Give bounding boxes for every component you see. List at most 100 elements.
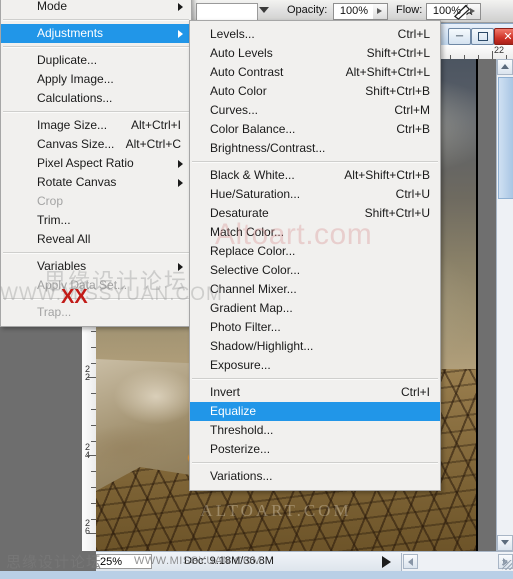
menu-item-auto-levels[interactable]: Auto Levels Shift+Ctrl+L (190, 44, 440, 63)
menu-item-label: Posterize... (210, 442, 271, 456)
scroll-down-button[interactable] (497, 535, 513, 551)
brush-preset-box[interactable] (196, 3, 258, 21)
image-menu[interactable]: Mode Adjustments Duplicate... Apply Imag… (0, 0, 192, 327)
menu-separator (3, 298, 189, 300)
menu-item-shortcut: Ctrl+L (397, 27, 430, 41)
menu-item-auto-color[interactable]: Auto Color Shift+Ctrl+B (190, 82, 440, 101)
menu-item-label: Channel Mixer... (210, 282, 297, 296)
menu-item-replace-color[interactable]: Replace Color... (190, 242, 440, 261)
menu-item-calculations[interactable]: Calculations... (1, 89, 191, 108)
v-ruler-number-24: 24 (84, 442, 90, 460)
menu-item-curves[interactable]: Curves... Ctrl+M (190, 101, 440, 120)
menu-item-apply-image[interactable]: Apply Image... (1, 70, 191, 89)
chevron-right-icon (178, 3, 183, 11)
opacity-stepper[interactable] (373, 3, 388, 20)
menu-item-label: Auto Color (210, 84, 267, 98)
menu-item-label: Canvas Size... (37, 137, 115, 151)
vertical-scrollbar[interactable] (496, 59, 513, 551)
menu-item-label: Photo Filter... (210, 320, 281, 334)
adjustments-submenu[interactable]: Levels... Ctrl+L Auto Levels Shift+Ctrl+… (189, 20, 441, 491)
menu-item-shortcut: Shift+Ctrl+B (365, 84, 430, 98)
menu-item-label: Auto Levels (210, 46, 273, 60)
chevron-right-icon (178, 179, 183, 187)
menu-separator (3, 252, 189, 254)
restore-icon (472, 29, 493, 44)
menu-item-exposure[interactable]: Exposure... (190, 356, 440, 375)
left-workspace-panel (0, 324, 82, 551)
chevron-right-icon (178, 160, 183, 168)
resize-grip[interactable] (502, 560, 512, 570)
zoom-level-input[interactable]: 25% (96, 554, 152, 569)
menu-item-variations[interactable]: Variations... (190, 467, 440, 486)
play-icon[interactable] (382, 556, 391, 568)
menu-item-mode[interactable]: Mode (1, 0, 191, 16)
menu-item-brightness-contrast[interactable]: Brightness/Contrast... (190, 139, 440, 158)
menu-item-pixel-aspect-ratio[interactable]: Pixel Aspect Ratio (1, 154, 191, 173)
menu-item-label: Crop (37, 194, 64, 208)
chevron-right-icon (178, 263, 183, 271)
menu-item-invert[interactable]: Invert Ctrl+I (190, 383, 440, 402)
menu-item-duplicate[interactable]: Duplicate... (1, 51, 191, 70)
restore-button[interactable] (471, 28, 494, 45)
menu-item-match-color[interactable]: Match Color... (190, 223, 440, 242)
flow-label: Flow: (396, 4, 423, 16)
menu-item-label: Invert (210, 385, 241, 399)
menu-item-variables[interactable]: Variables (1, 257, 191, 276)
menu-item-label: Hue/Saturation... (210, 187, 301, 201)
close-button[interactable]: ✕ (494, 28, 513, 45)
menu-item-threshold[interactable]: Threshold... (190, 421, 440, 440)
menu-item-selective-color[interactable]: Selective Color... (190, 261, 440, 280)
menu-item-label: Auto Contrast (210, 65, 284, 79)
menu-item-equalize[interactable]: Equalize (190, 402, 440, 421)
menu-item-label: Apply Data Set... (37, 278, 128, 292)
menu-item-label: Desaturate (210, 206, 269, 220)
menu-item-label: Variations... (210, 469, 273, 483)
minimize-icon: ─ (455, 31, 464, 42)
horizontal-scrollbar[interactable] (401, 553, 513, 571)
vertical-scroll-thumb[interactable] (498, 77, 513, 199)
menu-item-shortcut: Alt+Ctrl+I (130, 118, 181, 132)
menu-item-gradient-map[interactable]: Gradient Map... (190, 299, 440, 318)
menu-item-shortcut: Alt+Shift+Ctrl+B (344, 168, 430, 182)
menu-item-trap: Trap... (1, 303, 191, 322)
menu-item-shortcut: Shift+Ctrl+L (366, 46, 430, 60)
menu-item-label: Selective Color... (210, 263, 301, 277)
menu-item-label: Reveal All (37, 232, 91, 246)
menu-item-posterize[interactable]: Posterize... (190, 440, 440, 459)
menu-item-trim[interactable]: Trim... (1, 211, 191, 230)
menu-item-label: Apply Image... (37, 72, 114, 86)
menu-item-photo-filter[interactable]: Photo Filter... (190, 318, 440, 337)
menu-separator (3, 111, 189, 113)
menu-item-reveal-all[interactable]: Reveal All (1, 230, 191, 249)
menu-item-black-and-white[interactable]: Black & White... Alt+Shift+Ctrl+B (190, 166, 440, 185)
menu-item-apply-data-set: Apply Data Set... (1, 276, 191, 295)
menu-item-label: Gradient Map... (210, 301, 293, 315)
menu-item-label: Rotate Canvas (37, 175, 117, 189)
menu-item-canvas-size[interactable]: Canvas Size... Alt+Ctrl+C (1, 135, 191, 154)
menu-separator (3, 46, 189, 48)
menu-item-rotate-canvas[interactable]: Rotate Canvas (1, 173, 191, 192)
menu-item-shortcut: Alt+Shift+Ctrl+L (345, 65, 430, 79)
menu-item-shadow-highlight[interactable]: Shadow/Highlight... (190, 337, 440, 356)
menu-item-desaturate[interactable]: Desaturate Shift+Ctrl+U (190, 204, 440, 223)
menu-item-auto-contrast[interactable]: Auto Contrast Alt+Shift+Ctrl+L (190, 63, 440, 82)
menu-item-adjustments[interactable]: Adjustments (1, 24, 191, 43)
menu-item-levels[interactable]: Levels... Ctrl+L (190, 25, 440, 44)
menu-item-label: Levels... (210, 27, 255, 41)
scroll-left-button[interactable] (403, 554, 418, 569)
scroll-up-button[interactable] (497, 59, 513, 75)
close-icon: ✕ (503, 31, 513, 43)
menu-item-label: Curves... (210, 103, 259, 117)
menu-item-label: Shadow/Highlight... (210, 339, 314, 353)
taskbar-strip (0, 571, 513, 579)
menu-item-color-balance[interactable]: Color Balance... Ctrl+B (190, 120, 440, 139)
menu-item-channel-mixer[interactable]: Channel Mixer... (190, 280, 440, 299)
minimize-button[interactable]: ─ (448, 28, 471, 45)
airbrush-icon[interactable] (452, 2, 474, 20)
menu-item-image-size[interactable]: Image Size... Alt+Ctrl+I (1, 116, 191, 135)
menu-item-shortcut: Shift+Ctrl+U (364, 206, 430, 220)
opacity-input[interactable]: 100% (333, 3, 375, 20)
menu-item-shortcut: Ctrl+B (396, 122, 430, 136)
chevron-down-icon[interactable] (259, 7, 269, 13)
menu-item-hue-saturation[interactable]: Hue/Saturation... Ctrl+U (190, 185, 440, 204)
